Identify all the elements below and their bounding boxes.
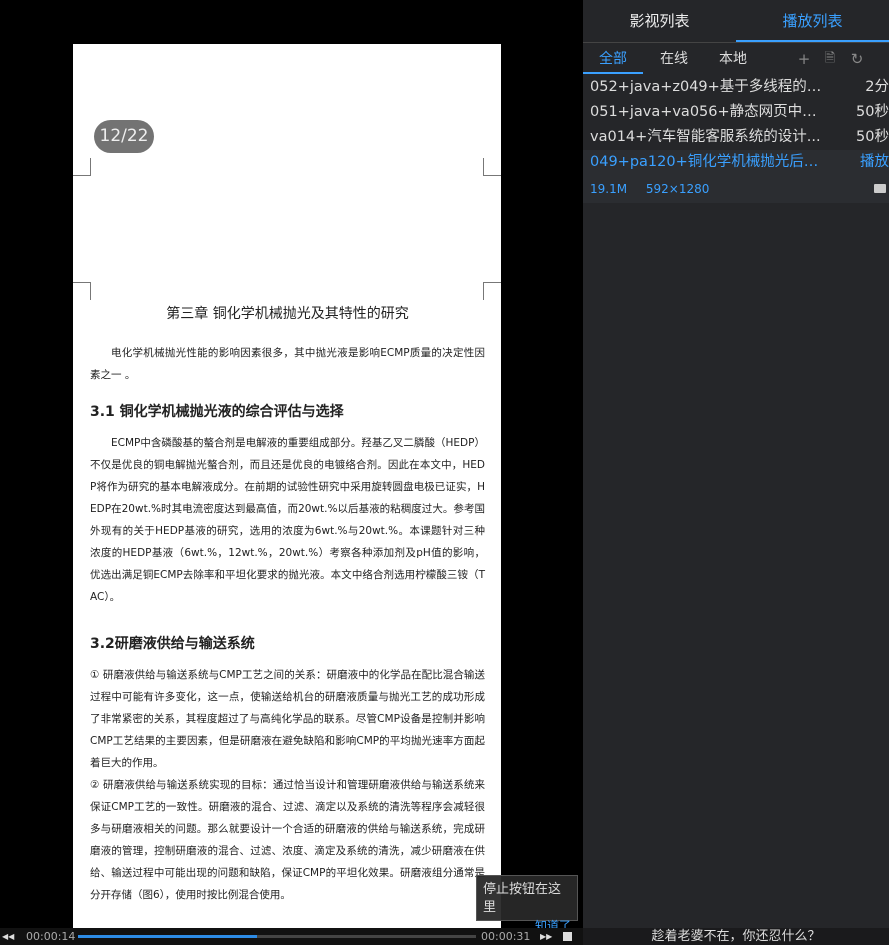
tab-video-list[interactable]: 影视列表 bbox=[583, 0, 736, 42]
total-time: 00:00:31 bbox=[481, 930, 531, 943]
next-icon[interactable]: ▶▶ bbox=[540, 928, 554, 945]
playlist-item[interactable]: 052+java+z049+基于多线程的多... 2分 bbox=[583, 75, 889, 100]
add-icon[interactable]: + bbox=[795, 50, 813, 68]
section-3-2-paragraph-2: ② 研磨液供给与输送系统实现的目标：通过恰当设计和管理研磨液供给与输送系统来保证… bbox=[90, 779, 485, 901]
stop-button-tooltip: 停止按钮在这里 知道了 bbox=[476, 875, 578, 933]
player-app: 12/22 第三章 铜化学机械抛光及其特性的研究 电化学机械抛光性能的影响因素很… bbox=[0, 0, 889, 945]
playlist-item[interactable]: va014+汽车智能客服系统的设计... 50秒 bbox=[583, 125, 889, 150]
crop-mark-bottom-left bbox=[73, 282, 91, 300]
playlist-item-name: 051+java+va056+静态网页中国... bbox=[590, 104, 830, 120]
playlist-item-active[interactable]: 049+pa120+铜化学机械抛光后清... 播放 bbox=[583, 150, 889, 175]
page-counter-badge: 12/22 bbox=[94, 120, 154, 153]
playlist-item-duration: 50秒 bbox=[856, 129, 889, 145]
refresh-icon[interactable]: ↻ bbox=[848, 50, 866, 68]
playlist-panel: 影视列表 播放列表 全部 在线 本地 + 🗎 ↻ 052+java+z049+基… bbox=[583, 0, 889, 945]
filter-tabs: 全部 在线 本地 + 🗎 ↻ bbox=[583, 44, 889, 74]
video-area[interactable]: 12/22 第三章 铜化学机械抛光及其特性的研究 电化学机械抛光性能的影响因素很… bbox=[0, 0, 583, 933]
ad-banner[interactable]: 趁着老婆不在，你还忍什么？ bbox=[583, 928, 889, 945]
playlist-item-duration: 50秒 bbox=[856, 104, 889, 120]
seek-bar[interactable] bbox=[78, 935, 476, 938]
open-folder-icon[interactable] bbox=[874, 184, 886, 193]
panel-tabs: 影视列表 播放列表 bbox=[583, 0, 889, 43]
chapter-title: 第三章 铜化学机械抛光及其特性的研究 bbox=[166, 306, 409, 322]
filter-tab-online[interactable]: 在线 bbox=[660, 44, 688, 74]
tooltip-text: 停止按钮在这里 bbox=[483, 882, 562, 915]
crop-mark-top-right bbox=[483, 158, 501, 176]
playlist-item[interactable]: 051+java+va056+静态网页中国... 50秒 bbox=[583, 100, 889, 125]
stop-button[interactable] bbox=[563, 932, 572, 941]
playlist-item-status: 播放 bbox=[860, 154, 889, 170]
crop-mark-bottom-right bbox=[483, 282, 501, 300]
filter-tab-all[interactable]: 全部 bbox=[599, 44, 627, 74]
playlist: 052+java+z049+基于多线程的多... 2分 051+java+va0… bbox=[583, 75, 889, 203]
file-icon[interactable]: 🗎 bbox=[821, 50, 839, 68]
playlist-item-duration: 2分 bbox=[865, 79, 889, 95]
crop-mark-top-left bbox=[73, 158, 91, 176]
selected-item-meta: 19.1M 592×1280 bbox=[583, 175, 889, 203]
previous-icon[interactable]: ◀◀ bbox=[2, 928, 16, 945]
file-size: 19.1M bbox=[590, 182, 628, 196]
playlist-item-name: 052+java+z049+基于多线程的多... bbox=[590, 79, 830, 95]
active-filter-underline bbox=[583, 72, 643, 74]
section-3-2-paragraph-1: ① 研磨液供给与输送系统与CMP工艺之间的关系：研磨液中的化学品在配比混合输送过… bbox=[90, 669, 485, 769]
playlist-item-name: va014+汽车智能客服系统的设计... bbox=[590, 129, 821, 145]
tab-playlist[interactable]: 播放列表 bbox=[736, 0, 889, 42]
current-time: 00:00:14 bbox=[26, 930, 76, 943]
playlist-item-name: 049+pa120+铜化学机械抛光后清... bbox=[590, 154, 830, 170]
filter-tab-local[interactable]: 本地 bbox=[719, 44, 747, 74]
section-3-1-paragraph: ECMP中含磷酸基的螯合剂是电解液的重要组成部分。羟基乙叉二膦酸（HEDP）不仅… bbox=[90, 437, 485, 603]
section-heading-3-1: 3.1 铜化学机械抛光液的综合评估与选择 bbox=[90, 404, 344, 420]
document-frame: 12/22 第三章 铜化学机械抛光及其特性的研究 电化学机械抛光性能的影响因素很… bbox=[73, 44, 501, 928]
intro-paragraph: 电化学机械抛光性能的影响因素很多，其中抛光液是影响ECMP质量的决定性因素之一 … bbox=[90, 347, 485, 381]
document-body: 第三章 铜化学机械抛光及其特性的研究 电化学机械抛光性能的影响因素很多，其中抛光… bbox=[90, 302, 485, 906]
playback-controls: ◀◀ 00:00:14 00:00:31 ▶▶ bbox=[0, 928, 583, 945]
seek-progress-fill bbox=[78, 935, 258, 938]
section-heading-3-2: 3.2研磨液供给与输送系统 bbox=[90, 636, 255, 652]
video-resolution: 592×1280 bbox=[645, 182, 710, 196]
